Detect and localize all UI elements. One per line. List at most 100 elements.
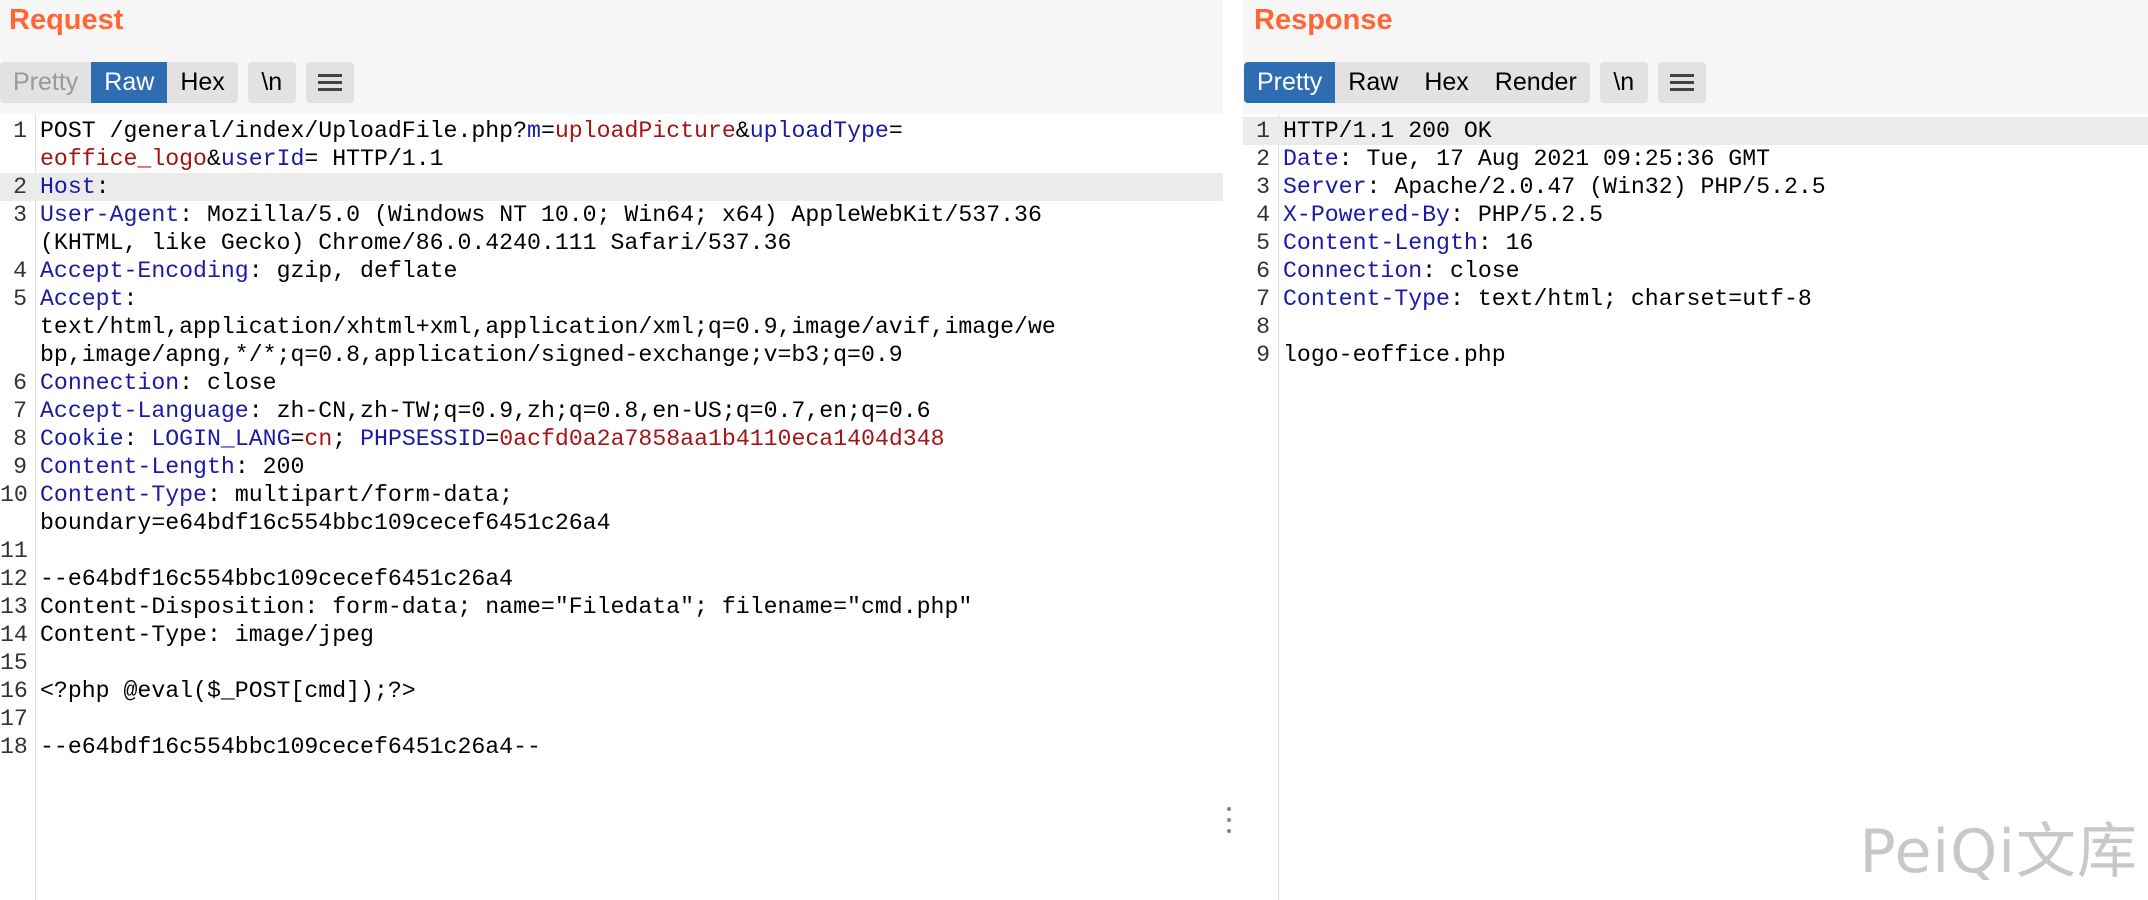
line-text: Content-Length: 16 [1283,230,1533,256]
request-editor[interactable]: 1 POST /general/index/UploadFile.php?m=up… [0,114,1223,900]
response-menu-button[interactable] [1657,62,1706,103]
line-number: 10 [0,482,28,508]
line-text: Content-Type: text/html; charset=utf-8 [1283,286,1812,312]
header-key: Content-Type [40,482,207,508]
request-tab-raw[interactable]: Raw [91,62,168,103]
param-value: eoffice_logo [40,146,207,172]
hamburger-menu-icon [1669,73,1694,92]
line-number: 5 [13,286,27,312]
plain-text: : [95,174,110,200]
request-toolbar: Pretty Raw Hex \n [0,62,354,103]
line-text: Server: Apache/2.0.47 (Win32) PHP/5.2.5 [1283,174,1826,200]
response-code-line: 3 Server: Apache/2.0.47 (Win32) PHP/5.2.5 [1243,173,2148,201]
line-text: HTTP/1.1 200 OK [1283,118,1492,144]
line-number: 11 [0,538,28,564]
watermark: PeiQi文库 [1859,817,2138,887]
line-text: Connection: close [40,370,277,396]
line-number: 13 [0,594,28,620]
plain-text: (KHTML, like Gecko) Chrome/86.0.4240.111… [40,230,792,256]
response-view-tabs: Pretty Raw Hex Render [1244,62,1590,103]
line-text: X-Powered-By: PHP/5.2.5 [1283,202,1603,228]
request-code-line: text/html,application/xhtml+xml,applicat… [0,313,1223,341]
line-number: 12 [0,566,28,592]
response-toolbar: Pretty Raw Hex Render \n [1244,62,1706,103]
line-text: Date: Tue, 17 Aug 2021 09:25:36 GMT [1283,146,1770,172]
line-text: Accept: [40,286,137,312]
line-number: 2 [13,174,27,200]
plain-text: : close [179,370,277,396]
request-code-line: 9 Content-Length: 200 [0,453,1223,481]
line-number: 3 [13,202,27,228]
response-tab-raw[interactable]: Raw [1335,62,1411,103]
line-number: 16 [0,678,28,704]
request-menu-button[interactable] [305,62,354,103]
request-code-line: 10 Content-Type: multipart/form-data; [0,481,1223,509]
header-key: Accept [40,286,124,312]
line-text: bp,image/apng,*/*;q=0.8,application/sign… [40,342,903,368]
response-code-line: 9 logo-eoffice.php [1243,341,2148,369]
response-header: Response Pretty Raw Hex Render \n [1243,0,2148,114]
plain-text: : 16 [1477,230,1534,256]
line-text: Content-Disposition: form-data; name="Fi… [40,594,972,620]
plain-text: --e64bdf16c554bbc109cecef6451c26a4 [40,566,514,592]
param-value: 0acfd0a2a7858aa1b4110eca1404d348 [499,426,945,452]
request-tab-hex[interactable]: Hex [167,62,237,103]
response-tab-render[interactable]: Render [1482,62,1590,103]
plain-text: Content-Type: image/jpeg [40,622,374,648]
line-number: 4 [1256,202,1270,228]
response-newline-toggle[interactable]: \n [1599,62,1648,103]
request-newline-toggle[interactable]: \n [247,62,296,103]
response-editor[interactable]: 1 HTTP/1.1 200 OK 2 Date: Tue, 17 Aug 2021 … [1243,114,2148,900]
line-number: 4 [13,258,27,284]
line-number: 8 [13,426,27,452]
header-key: Host [40,174,96,200]
request-code-line: 13 Content-Disposition: form-data; name="… [0,593,1223,621]
line-number: 3 [1256,174,1270,200]
header-key: User-Agent [40,202,180,228]
response-code-line: 8 [1243,313,2148,341]
line-number: 7 [13,398,27,424]
response-code-line: 5 Content-Length: 16 [1243,229,2148,257]
request-code-line: 2 Host: [0,173,1223,201]
splitter-handle-icon[interactable] [1226,807,1232,837]
response-code-line: 4 X-Powered-By: PHP/5.2.5 [1243,201,2148,229]
hamburger-menu-icon [317,73,342,92]
request-code-line: 11 [0,537,1223,565]
request-tab-pretty[interactable]: Pretty [0,62,91,103]
line-text: Cookie: LOGIN_LANG=cn; PHPSESSID=0acfd0a… [40,426,945,452]
plain-text: = [888,118,903,144]
request-code-line: 8 Cookie: LOGIN_LANG=cn; PHPSESSID=0acfd0… [0,425,1223,453]
line-number: 1 [1256,118,1270,144]
line-text: Accept-Language: zh-CN,zh-TW;q=0.9,zh;q=… [40,398,931,424]
plain-text: : close [1422,258,1520,284]
line-number: 8 [1256,314,1270,340]
plain-text: : PHP/5.2.5 [1449,202,1604,228]
response-code-line: 2 Date: Tue, 17 Aug 2021 09:25:36 GMT [1243,145,2148,173]
line-text: (KHTML, like Gecko) Chrome/86.0.4240.111… [40,230,791,256]
request-code-line: 1 POST /general/index/UploadFile.php?m=up… [0,117,1223,145]
plain-text: : multipart/form-data; [206,482,514,508]
plain-text: : Mozilla/5.0 (Windows NT 10.0; Win64; x… [179,202,1042,228]
header-key: Cookie [40,426,124,452]
line-number: 15 [0,650,28,676]
response-tab-pretty[interactable]: Pretty [1244,62,1336,103]
request-code-line: 5 Accept: [0,285,1223,313]
response-code-line: 6 Connection: close [1243,257,2148,285]
line-number: 17 [0,706,28,732]
plain-text: = [485,426,500,452]
plain-text: --e64bdf16c554bbc109cecef6451c26a4-- [40,734,541,760]
response-code-line: 1 HTTP/1.1 200 OK [1243,117,2148,145]
request-code-line: 14 Content-Type: image/jpeg [0,621,1223,649]
line-text: text/html,application/xhtml+xml,applicat… [40,314,1056,340]
header-key: Date [1283,146,1339,172]
line-text: eoffice_logo&userId= HTTP/1.1 [40,146,444,172]
plain-text: = [540,118,555,144]
line-number: 1 [13,118,27,144]
plain-text: : 200 [234,454,305,480]
plain-text: : Apache/2.0.47 (Win32) PHP/5.2.5 [1366,174,1826,200]
pane-splitter[interactable] [1223,0,1243,900]
response-tab-hex[interactable]: Hex [1411,62,1481,103]
line-text: Host: [40,174,110,200]
request-code-line: bp,image/apng,*/*;q=0.8,application/sign… [0,341,1223,369]
plain-text: bp,image/apng,*/*;q=0.8,application/sign… [40,342,903,368]
